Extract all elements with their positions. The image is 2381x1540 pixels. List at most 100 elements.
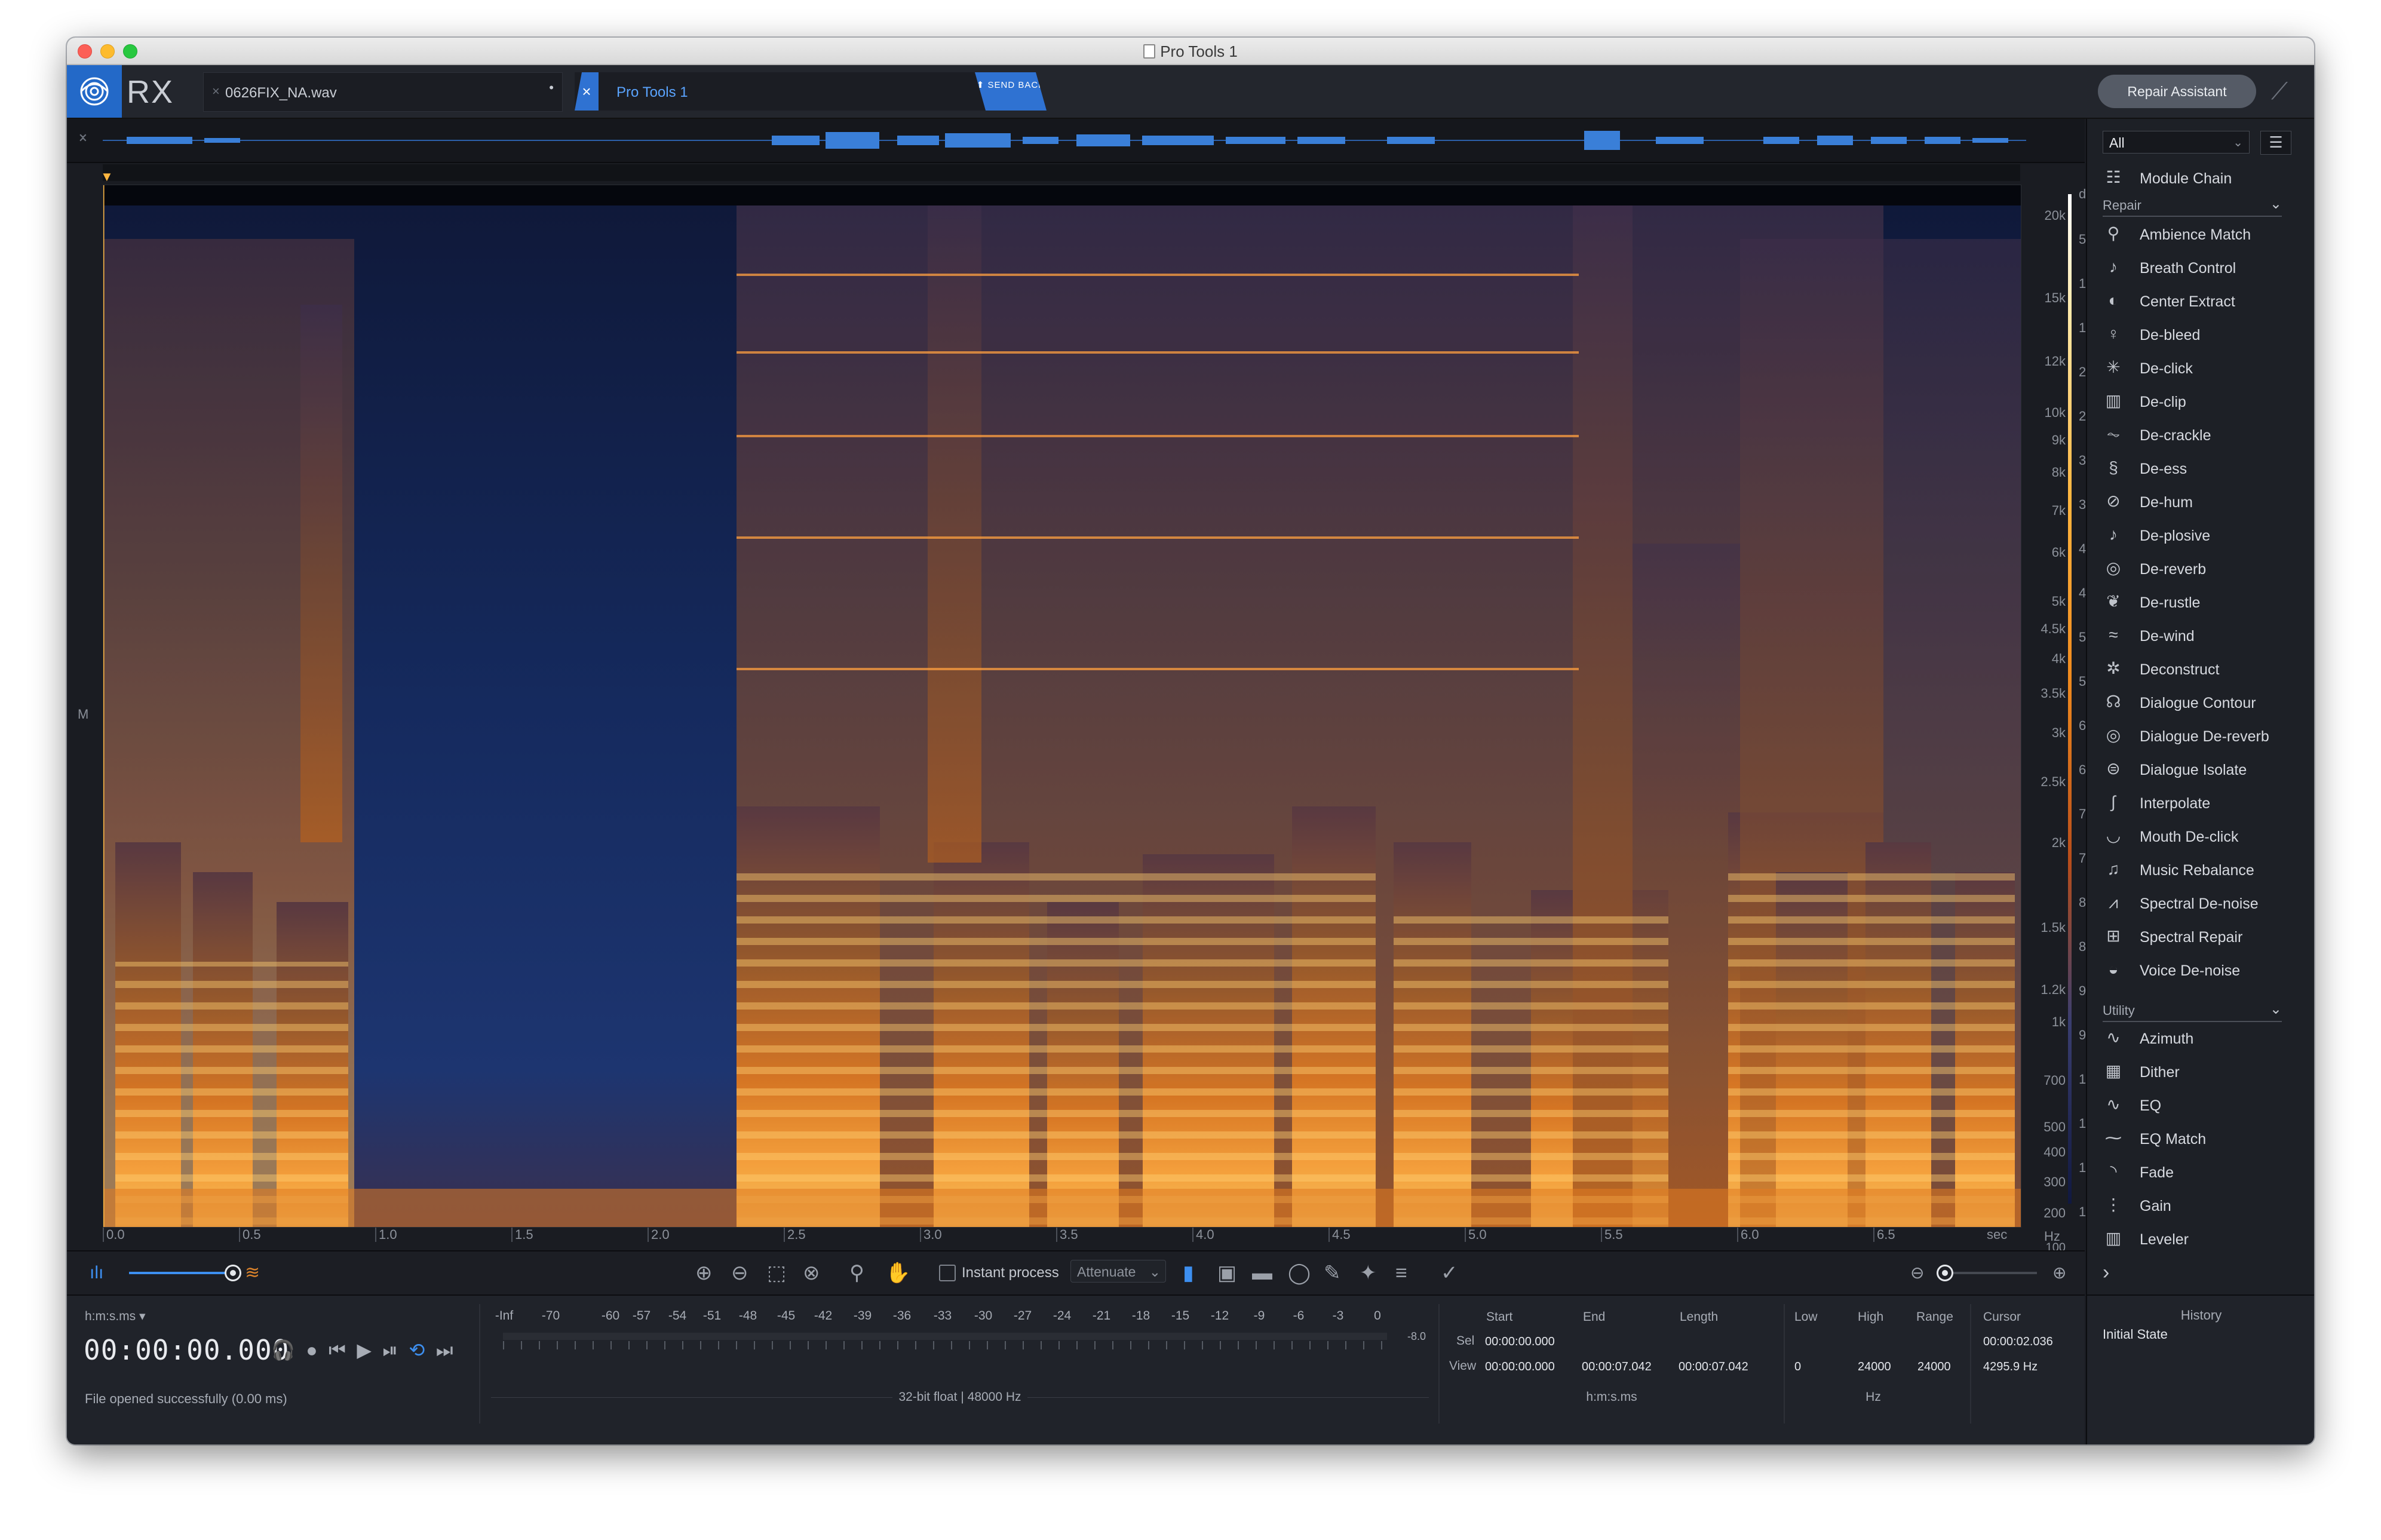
meter-tick: -51 <box>702 1309 722 1323</box>
pencil-tool-icon[interactable]: ✓ <box>1441 1262 1458 1284</box>
module-leveler[interactable]: ▥ Leveler <box>2103 1224 2294 1253</box>
module-gain[interactable]: ⋮ Gain <box>2103 1191 2294 1219</box>
zoom-to-selection-icon[interactable]: ⬚ <box>767 1262 786 1284</box>
hz-tick: 2.5k <box>2041 774 2066 789</box>
hz-tick: 1.5k <box>2041 920 2066 935</box>
play-to-end-button[interactable]: ⏭ <box>436 1339 453 1362</box>
lasso-tool-icon[interactable]: ◯ <box>1288 1262 1311 1284</box>
expand-more-icon[interactable]: › <box>2103 1261 2109 1284</box>
module-spectral-repair[interactable]: ⊞ Spectral Repair <box>2103 922 2294 950</box>
instant-process-checkbox[interactable] <box>939 1265 956 1281</box>
brush-tool-icon[interactable]: ✎ <box>1324 1262 1341 1284</box>
horizontal-zoom-out-icon[interactable]: ⊖ <box>1910 1262 1924 1284</box>
spectrogram-view-icon[interactable]: ≋ <box>245 1262 260 1284</box>
module-de-ess[interactable]: § De-ess <box>2103 453 2294 482</box>
module-eq-match[interactable]: ⁓ EQ Match <box>2103 1124 2294 1152</box>
module-mouth-de-click[interactable]: ◡ Mouth De-click <box>2103 821 2294 850</box>
headphones-icon[interactable]: 🎧 <box>271 1339 295 1361</box>
sel-start-value[interactable]: 00:00:00.000 <box>1485 1335 1555 1349</box>
close-pt-tab-icon[interactable]: × <box>575 72 599 111</box>
module-interpolate[interactable]: ∫ Interpolate <box>2103 788 2294 817</box>
module-dialogue-contour[interactable]: ☊ Dialogue Contour <box>2103 688 2294 716</box>
spectrogram-view[interactable] <box>103 185 2021 1228</box>
module-panel: All ⌄ ☰ ☷ Module Chain Repair ⌄ ⚲ Ambience M… <box>2086 119 2314 1314</box>
send-back-button[interactable]: ⬆ SEND BACK <box>975 72 1047 111</box>
hand-tool-icon[interactable]: ✋ <box>885 1262 910 1284</box>
high-value[interactable]: 24000 <box>1858 1360 1891 1374</box>
module-spectral-de-noise[interactable]: ⩘ Spectral De-noise <box>2103 888 2294 917</box>
collapse-overview-icon[interactable]: ⌄ ⌃ <box>76 125 90 151</box>
pro-tools-tab[interactable]: × Pro Tools 1 <box>575 72 987 111</box>
frequency-selection-icon[interactable]: ▬ <box>1252 1262 1272 1284</box>
module-de-click[interactable]: ✳ De-click <box>2103 353 2294 382</box>
time-format-select[interactable]: h:m:s.ms ▾ <box>85 1309 146 1324</box>
instant-process-mode-select[interactable]: Attenuate ⌄ <box>1070 1260 1166 1283</box>
module-fade[interactable]: ◝ Fade <box>2103 1157 2294 1186</box>
module-breath-control[interactable]: ♪ Breath Control <box>2103 253 2294 281</box>
spectro-waveform-blend-slider[interactable] <box>129 1265 241 1281</box>
magic-wand-icon[interactable]: ✦ <box>1360 1262 1377 1284</box>
module-filter-select[interactable]: All ⌄ <box>2103 131 2250 154</box>
module-chain-item[interactable]: ☷ Module Chain <box>2103 163 2294 192</box>
file-tab[interactable]: × 0626FIX_NA.wav • <box>203 72 563 112</box>
blend-slider-knob[interactable] <box>225 1265 241 1281</box>
play-button[interactable]: ▶ <box>357 1339 372 1361</box>
view-length-value[interactable]: 00:00:07.042 <box>1679 1360 1748 1374</box>
zoom-in-icon[interactable]: ⊕ <box>695 1262 713 1284</box>
close-file-tab-icon[interactable]: × <box>212 84 220 99</box>
module-deconstruct[interactable]: ✲ Deconstruct <box>2103 654 2294 683</box>
utility-section-header[interactable]: Utility ⌄ <box>2103 1001 2282 1022</box>
horizontal-zoom-slider[interactable] <box>1937 1265 2037 1281</box>
play-selection-button[interactable]: ⏯ <box>382 1339 398 1362</box>
module-de-reverb[interactable]: ◎ De-reverb <box>2103 554 2294 582</box>
rewind-to-start-button[interactable]: ⏮ <box>329 1339 346 1362</box>
module-de-crackle[interactable]: ⏦ De-crackle <box>2103 420 2294 449</box>
spectral-repair-icon: ⊞ <box>2106 927 2121 945</box>
waveform-view-icon[interactable]: ılı <box>90 1262 103 1284</box>
module-ambience-match[interactable]: ⚲ Ambience Match <box>2103 219 2294 248</box>
horizontal-zoom-in-icon[interactable]: ⊕ <box>2052 1262 2066 1284</box>
module-dialogue-isolate[interactable]: ⊜ Dialogue Isolate <box>2103 754 2294 783</box>
chevron-down-icon: ⌄ <box>2233 136 2243 149</box>
module-eq[interactable]: ∿ EQ <box>2103 1090 2294 1119</box>
module-azimuth[interactable]: ∿ Azimuth <box>2103 1023 2294 1052</box>
module-dither[interactable]: ▦ Dither <box>2103 1057 2294 1085</box>
repair-assistant-button[interactable]: Repair Assistant <box>2098 75 2256 108</box>
module-de-rustle[interactable]: ❦ De-rustle <box>2103 587 2294 616</box>
playhead-marker[interactable]: ▼ <box>100 169 113 184</box>
waveform-overview[interactable]: ⌄ ⌃ <box>67 119 2085 163</box>
view-start-value[interactable]: 00:00:00.000 <box>1485 1360 1555 1374</box>
zoom-full-icon[interactable]: ⊗ <box>803 1262 820 1284</box>
range-value[interactable]: 24000 <box>1917 1360 1951 1374</box>
module-center-extract[interactable]: ◐ Center Extract <box>2103 286 2294 315</box>
loop-button[interactable]: ⟲ <box>409 1339 425 1361</box>
module-voice-de-noise[interactable]: ◒ Voice De-noise <box>2103 955 2294 984</box>
izotope-logo[interactable] <box>67 65 122 118</box>
magnify-tool-icon[interactable]: ⚲ <box>849 1262 864 1284</box>
horizontal-zoom-knob[interactable] <box>1937 1265 1953 1281</box>
gain-icon: ⋮ <box>2105 1195 2122 1214</box>
module-music-rebalance[interactable]: ♫ Music Rebalance <box>2103 855 2294 883</box>
module-list-menu-icon[interactable]: ☰ <box>2260 131 2291 155</box>
zoom-out-icon[interactable]: ⊖ <box>731 1262 748 1284</box>
meter-tick: -33 <box>933 1309 952 1323</box>
time-tick: 6.5 <box>1873 1228 1895 1242</box>
view-end-value[interactable]: 00:00:07.042 <box>1582 1360 1652 1374</box>
module-de-clip[interactable]: ▥ De-clip <box>2103 386 2294 415</box>
repair-section-header[interactable]: Repair ⌄ <box>2103 195 2282 217</box>
module-de-wind[interactable]: ≈ De-wind <box>2103 621 2294 649</box>
history-item[interactable]: Initial State <box>2103 1327 2168 1342</box>
low-value[interactable]: 0 <box>1794 1360 1801 1374</box>
record-button[interactable]: ● <box>306 1339 317 1361</box>
module-de-plosive[interactable]: ♪ De-plosive <box>2103 520 2294 549</box>
meter-tick: -57 <box>632 1309 651 1323</box>
breath-control-icon: ♪ <box>2109 257 2118 276</box>
time-frequency-selection-icon[interactable]: ▣ <box>1217 1262 1236 1284</box>
module-de-hum[interactable]: ⊘ De-hum <box>2103 487 2294 516</box>
time-selection-tool-icon[interactable]: ▮ <box>1183 1262 1194 1284</box>
signal-path-icon[interactable]: ⟋ <box>2271 78 2301 108</box>
chevron-down-icon: ⌄ <box>1149 1264 1161 1280</box>
module-dialogue-de-reverb[interactable]: ◎ Dialogue De-reverb <box>2103 721 2294 750</box>
harmonic-selection-icon[interactable]: ≡ <box>1395 1262 1407 1284</box>
module-de-bleed[interactable]: ♀ De-bleed <box>2103 320 2294 348</box>
